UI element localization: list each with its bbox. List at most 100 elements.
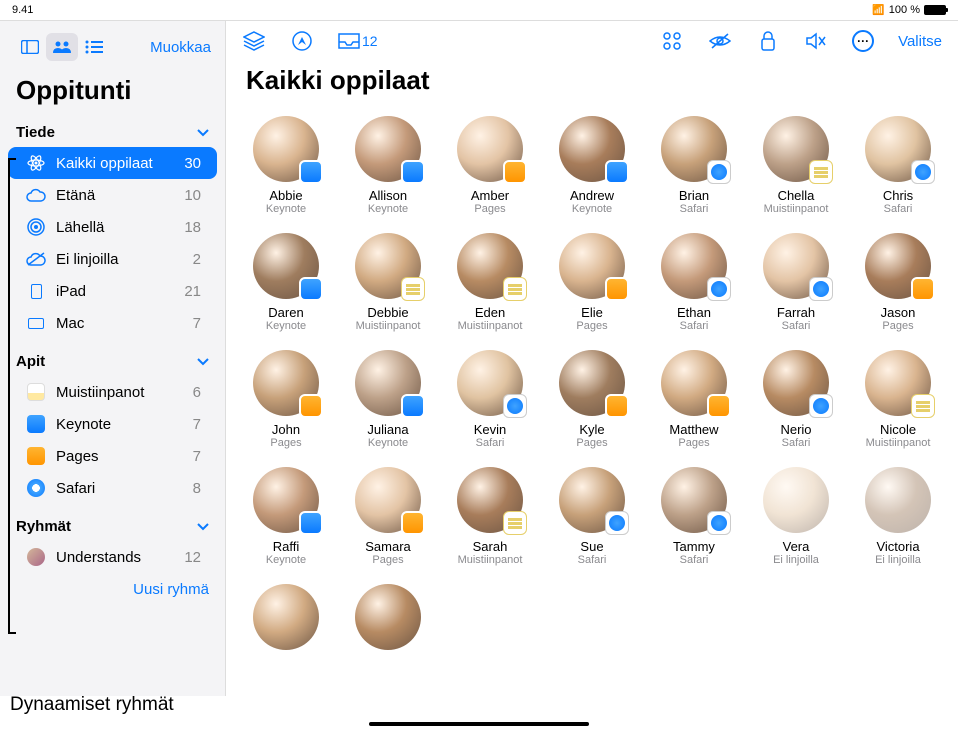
student-item[interactable]: Nerio Safari [750,350,842,449]
student-app-label: Pages [270,437,301,449]
student-item[interactable]: Victoria Ei linjoilla [852,467,944,566]
page-title: Kaikki oppilaat [226,61,958,108]
student-item[interactable]: Farrah Safari [750,233,842,332]
keynote-icon [26,414,46,434]
sidebar-item-count: 18 [184,219,201,236]
student-item[interactable]: Daren Keynote [240,233,332,332]
notes-badge-icon [503,277,527,301]
sidebar-item-apps-2[interactable]: Pages 7 [8,440,217,472]
student-item[interactable]: Andrew Keynote [546,116,638,215]
avatar [253,584,319,650]
students-grid: Abbie Keynote Allison Keynote Amber Page… [226,108,958,664]
layers-icon[interactable] [242,29,266,53]
student-item[interactable]: Tammy Safari [648,467,740,566]
student-item[interactable]: Chris Safari [852,116,944,215]
student-item[interactable]: Juliana Keynote [342,350,434,449]
student-name: Jason [881,305,916,320]
student-item[interactable]: Debbie Muistiinpanot [342,233,434,332]
student-name: Daren [268,305,303,320]
more-icon[interactable]: ··· [852,30,874,52]
section-header-science[interactable]: Tiede [0,118,225,147]
student-item[interactable]: Sue Safari [546,467,638,566]
edit-button[interactable]: Muokkaa [150,39,211,56]
people-view-icon[interactable] [46,33,78,61]
section-label: Ryhmät [16,518,71,535]
sidebar-item-science-5[interactable]: Mac 7 [8,307,217,339]
student-item[interactable]: Abbie Keynote [240,116,332,215]
student-item[interactable]: Sarah Muistiinpanot [444,467,536,566]
section-header-apps[interactable]: Apit [0,347,225,376]
student-name: Ethan [677,305,711,320]
sidebar-item-science-0[interactable]: Kaikki oppilaat 30 [8,147,217,179]
student-item[interactable]: Kyle Pages [546,350,638,449]
sidebar-item-science-3[interactable]: Ei linjoilla 2 [8,243,217,275]
student-app-label: Safari [680,554,709,566]
sidebar-item-label: Pages [56,448,183,465]
sidebar-item-apps-3[interactable]: Safari 8 [8,472,217,504]
student-item[interactable] [240,584,332,656]
mute-icon[interactable] [804,29,828,53]
avatar [865,467,931,533]
student-name: Brian [679,188,709,203]
student-name: Abbie [269,188,302,203]
sidebar-toggle-icon[interactable] [14,33,46,61]
student-item[interactable]: Chella Muistiinpanot [750,116,842,215]
sidebar-item-science-2[interactable]: Lähellä 18 [8,211,217,243]
compass-icon[interactable] [290,29,314,53]
student-item[interactable]: Ethan Safari [648,233,740,332]
student-app-label: Pages [576,320,607,332]
safari-badge-icon [809,277,833,301]
section-label: Apit [16,353,45,370]
student-item[interactable]: Matthew Pages [648,350,740,449]
student-item[interactable]: Brian Safari [648,116,740,215]
list-view-icon[interactable] [78,33,110,61]
student-item[interactable]: Eden Muistiinpanot [444,233,536,332]
student-name: Matthew [669,422,718,437]
grid-icon[interactable] [660,29,684,53]
student-name: Samara [365,539,411,554]
section-header-groups[interactable]: Ryhmät [0,512,225,541]
student-item[interactable]: Nicole Muistiinpanot [852,350,944,449]
select-button[interactable]: Valitse [898,33,942,50]
sidebar-item-count: 30 [184,155,201,172]
student-name: Allison [369,188,407,203]
sidebar-item-apps-1[interactable]: Keynote 7 [8,408,217,440]
sidebar: Muokkaa Oppitunti Tiede Kaikki oppilaat … [0,21,226,696]
keynote-badge-icon [605,160,629,184]
student-item[interactable]: Jason Pages [852,233,944,332]
status-bar: 9.41 100 % [0,0,958,20]
student-item[interactable]: Allison Keynote [342,116,434,215]
home-indicator[interactable] [369,722,589,726]
sidebar-item-science-4[interactable]: iPad 21 [8,275,217,307]
lock-icon[interactable] [756,29,780,53]
student-item[interactable]: Elie Pages [546,233,638,332]
student-item[interactable]: Samara Pages [342,467,434,566]
notes-badge-icon [401,277,425,301]
new-group-button[interactable]: Uusi ryhmä [0,573,225,606]
sidebar-item-apps-0[interactable]: Muistiinpanot 6 [8,376,217,408]
student-app-label: Safari [680,320,709,332]
student-item[interactable]: John Pages [240,350,332,449]
hide-icon[interactable] [708,29,732,53]
sidebar-item-groups-0[interactable]: Understands 12 [8,541,217,573]
chevron-down-icon [197,523,209,531]
keynote-badge-icon [299,511,323,535]
student-app-label: Muistiinpanot [458,554,523,566]
sidebar-item-count: 6 [193,384,201,401]
student-item[interactable] [342,584,434,656]
inbox-icon[interactable]: 12 [338,29,378,53]
keynote-badge-icon [299,160,323,184]
cloud-icon [26,185,46,205]
student-item[interactable]: Amber Pages [444,116,536,215]
sidebar-item-science-1[interactable]: Etänä 10 [8,179,217,211]
student-app-label: Keynote [368,203,408,215]
student-item[interactable]: Vera Ei linjoilla [750,467,842,566]
toolbar: 12 ··· Valitse [226,21,958,61]
student-app-label: Muistiinpanot [356,320,421,332]
sidebar-item-count: 7 [193,315,201,332]
student-item[interactable]: Kevin Safari [444,350,536,449]
student-app-label: Safari [884,203,913,215]
sidebar-item-label: Etänä [56,187,174,204]
chevron-down-icon [197,129,209,137]
student-item[interactable]: Raffi Keynote [240,467,332,566]
